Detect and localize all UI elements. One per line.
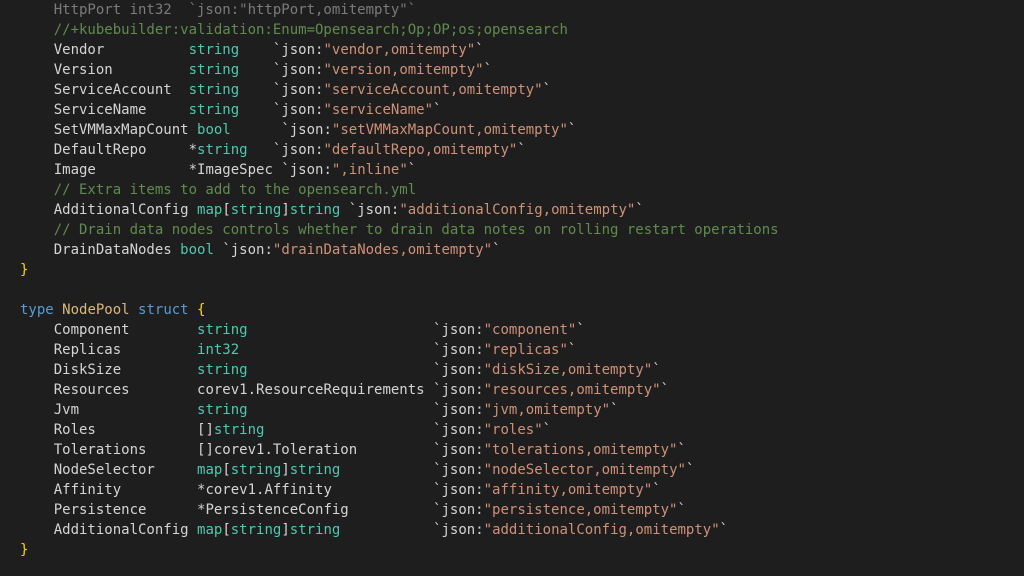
blank-line — [20, 280, 1024, 300]
code-line[interactable]: Tolerations []corev1.Toleration `json:"t… — [20, 440, 1024, 460]
code-line[interactable]: Vendor string `json:"vendor,omitempty"` — [20, 40, 1024, 60]
code-line-dim[interactable]: HttpPort int32 `json:"httpPort,omitempty… — [20, 0, 1024, 20]
code-line[interactable]: ServiceAccount string `json:"serviceAcco… — [20, 80, 1024, 100]
code-line[interactable]: DefaultRepo *string `json:"defaultRepo,o… — [20, 140, 1024, 160]
code-line[interactable]: Roles []string `json:"roles"` — [20, 420, 1024, 440]
struct-decl[interactable]: type NodePool struct { — [20, 300, 1024, 320]
code-line[interactable]: Replicas int32 `json:"replicas"` — [20, 340, 1024, 360]
code-line[interactable]: Component string `json:"component"` — [20, 320, 1024, 340]
code-line[interactable]: AdditionalConfig map[string]string `json… — [20, 200, 1024, 220]
code-line[interactable]: Version string `json:"version,omitempty"… — [20, 60, 1024, 80]
code-line[interactable]: DiskSize string `json:"diskSize,omitempt… — [20, 360, 1024, 380]
code-line[interactable]: NodeSelector map[string]string `json:"no… — [20, 460, 1024, 480]
code-line[interactable]: SetVMMaxMapCount bool `json:"setVMMaxMap… — [20, 120, 1024, 140]
code-comment[interactable]: //+kubebuilder:validation:Enum=Opensearc… — [20, 20, 1024, 40]
code-brace[interactable]: } — [20, 260, 1024, 280]
code-comment[interactable]: // Extra items to add to the opensearch.… — [20, 180, 1024, 200]
code-comment[interactable]: // Drain data nodes controls whether to … — [20, 220, 1024, 240]
code-line[interactable]: Jvm string `json:"jvm,omitempty"` — [20, 400, 1024, 420]
code-editor[interactable]: HttpPort int32 `json:"httpPort,omitempty… — [0, 0, 1024, 560]
code-line[interactable]: DrainDataNodes bool `json:"drainDataNode… — [20, 240, 1024, 260]
code-line[interactable]: AdditionalConfig map[string]string `json… — [20, 520, 1024, 540]
code-line[interactable]: Image *ImageSpec `json:",inline"` — [20, 160, 1024, 180]
code-line[interactable]: Affinity *corev1.Affinity `json:"affinit… — [20, 480, 1024, 500]
code-line[interactable]: Persistence *PersistenceConfig `json:"pe… — [20, 500, 1024, 520]
code-line[interactable]: ServiceName string `json:"serviceName"` — [20, 100, 1024, 120]
code-line[interactable]: Resources corev1.ResourceRequirements `j… — [20, 380, 1024, 400]
code-brace[interactable]: } — [20, 540, 1024, 560]
